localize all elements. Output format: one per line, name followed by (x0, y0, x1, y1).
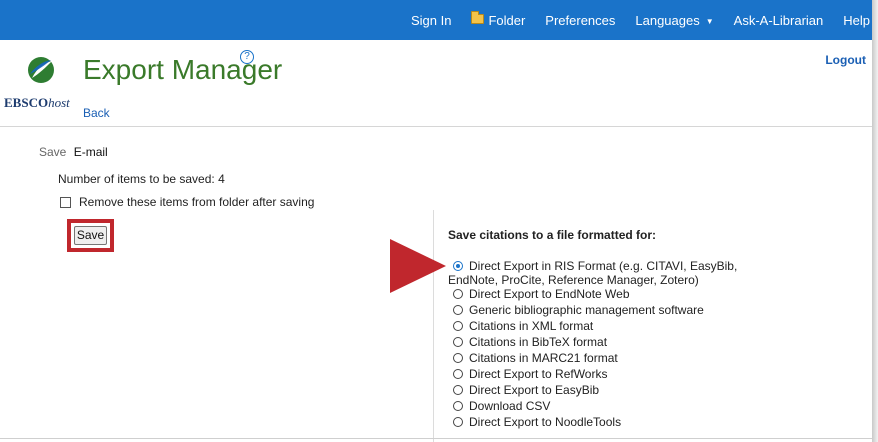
format-option-label: Citations in MARC21 format (469, 351, 618, 365)
items-count-text: Number of items to be saved: 4 (58, 172, 225, 186)
format-option-generic[interactable]: Generic bibliographic management softwar… (448, 303, 868, 319)
format-radio-marc21[interactable] (453, 353, 463, 363)
format-radio-generic[interactable] (453, 305, 463, 315)
nav-sign-in-link[interactable]: Sign In (411, 13, 451, 28)
remove-items-checkbox[interactable] (60, 196, 71, 208)
format-option-bibtex[interactable]: Citations in BibTeX format (448, 335, 868, 351)
format-option-noodletools[interactable]: Direct Export to NoodleTools (448, 415, 868, 431)
ebsco-logo-icon (28, 57, 54, 83)
nav-folder-label: Folder (488, 12, 526, 28)
format-option-ris[interactable]: Direct Export in RIS Format (e.g. CITAVI… (448, 259, 868, 287)
help-icon[interactable]: ? (240, 50, 254, 64)
tab-email[interactable]: E-mail (74, 145, 108, 159)
format-radio-endnote-web[interactable] (453, 289, 463, 299)
back-link[interactable]: Back (83, 106, 110, 120)
format-heading: Save citations to a file formatted for: (448, 228, 657, 242)
nav-help-link[interactable]: Help (843, 13, 870, 28)
folder-icon (471, 11, 485, 24)
remove-items-option[interactable]: Remove these items from folder after sav… (60, 195, 314, 209)
nav-preferences-link[interactable]: Preferences (545, 13, 615, 28)
format-option-label: Citations in BibTeX format (469, 335, 608, 349)
format-option-label: Direct Export to RefWorks (469, 367, 608, 381)
format-radio-bibtex[interactable] (453, 337, 463, 347)
format-option-label: Download CSV (469, 399, 551, 413)
format-option-refworks[interactable]: Direct Export to RefWorks (448, 367, 868, 383)
format-option-ris-label: Direct Export in RIS Format (e.g. CITAVI… (448, 259, 769, 287)
tab-save[interactable]: Save (39, 145, 66, 159)
format-option-label: Direct Export to EasyBib (469, 383, 600, 397)
format-option-marc21[interactable]: Citations in MARC21 format (448, 351, 868, 367)
format-radio-csv[interactable] (453, 401, 463, 411)
nav-languages-dropdown[interactable]: Languages ▼ (635, 13, 713, 28)
bottom-border (0, 438, 872, 439)
format-option-ris-line1: Direct Export in RIS Format (e.g. CITAVI… (469, 259, 738, 273)
nav-languages-label: Languages (635, 12, 700, 28)
format-radio-refworks[interactable] (453, 369, 463, 379)
export-mode-tabs: Save E-mail (39, 145, 108, 159)
format-option-ris-line2: EndNote, ProCite, Reference Manager, Zot… (448, 273, 699, 287)
caret-down-icon: ▼ (705, 16, 714, 26)
format-radio-xml[interactable] (453, 321, 463, 331)
logo-brand: EBSCO (4, 95, 49, 110)
remove-items-label: Remove these items from folder after sav… (79, 195, 315, 209)
format-option-endnote-web[interactable]: Direct Export to EndNote Web (448, 287, 868, 303)
ebsco-logo-wordmark: EBSCOhost (4, 95, 70, 111)
window-shadow-edge (872, 0, 878, 442)
format-option-xml[interactable]: Citations in XML format (448, 319, 868, 335)
top-nav-bar: Sign In Folder Preferences Languages ▼ A… (0, 0, 872, 40)
nav-folder-link[interactable]: Folder (471, 11, 526, 28)
format-radio-ris[interactable] (453, 261, 463, 271)
page-header: EBSCOhost Export Manager ? Back Logout (0, 40, 872, 127)
format-option-label: Generic bibliographic management softwar… (469, 303, 704, 317)
logout-link[interactable]: Logout (825, 53, 866, 67)
format-option-label: Direct Export to NoodleTools (469, 415, 622, 429)
save-button[interactable]: Save (74, 226, 107, 245)
format-option-label: Citations in XML format (469, 319, 594, 333)
format-option-label: Direct Export to EndNote Web (469, 287, 630, 301)
logo-suffix: host (48, 95, 70, 110)
format-option-csv[interactable]: Download CSV (448, 399, 868, 415)
format-radio-easybib[interactable] (453, 385, 463, 395)
format-options-list: Direct Export in RIS Format (e.g. CITAVI… (448, 259, 868, 431)
format-radio-noodletools[interactable] (453, 417, 463, 427)
pointer-arrow-icon (390, 239, 446, 293)
nav-ask-a-librarian-link[interactable]: Ask-A-Librarian (734, 13, 824, 28)
format-option-easybib[interactable]: Direct Export to EasyBib (448, 383, 868, 399)
